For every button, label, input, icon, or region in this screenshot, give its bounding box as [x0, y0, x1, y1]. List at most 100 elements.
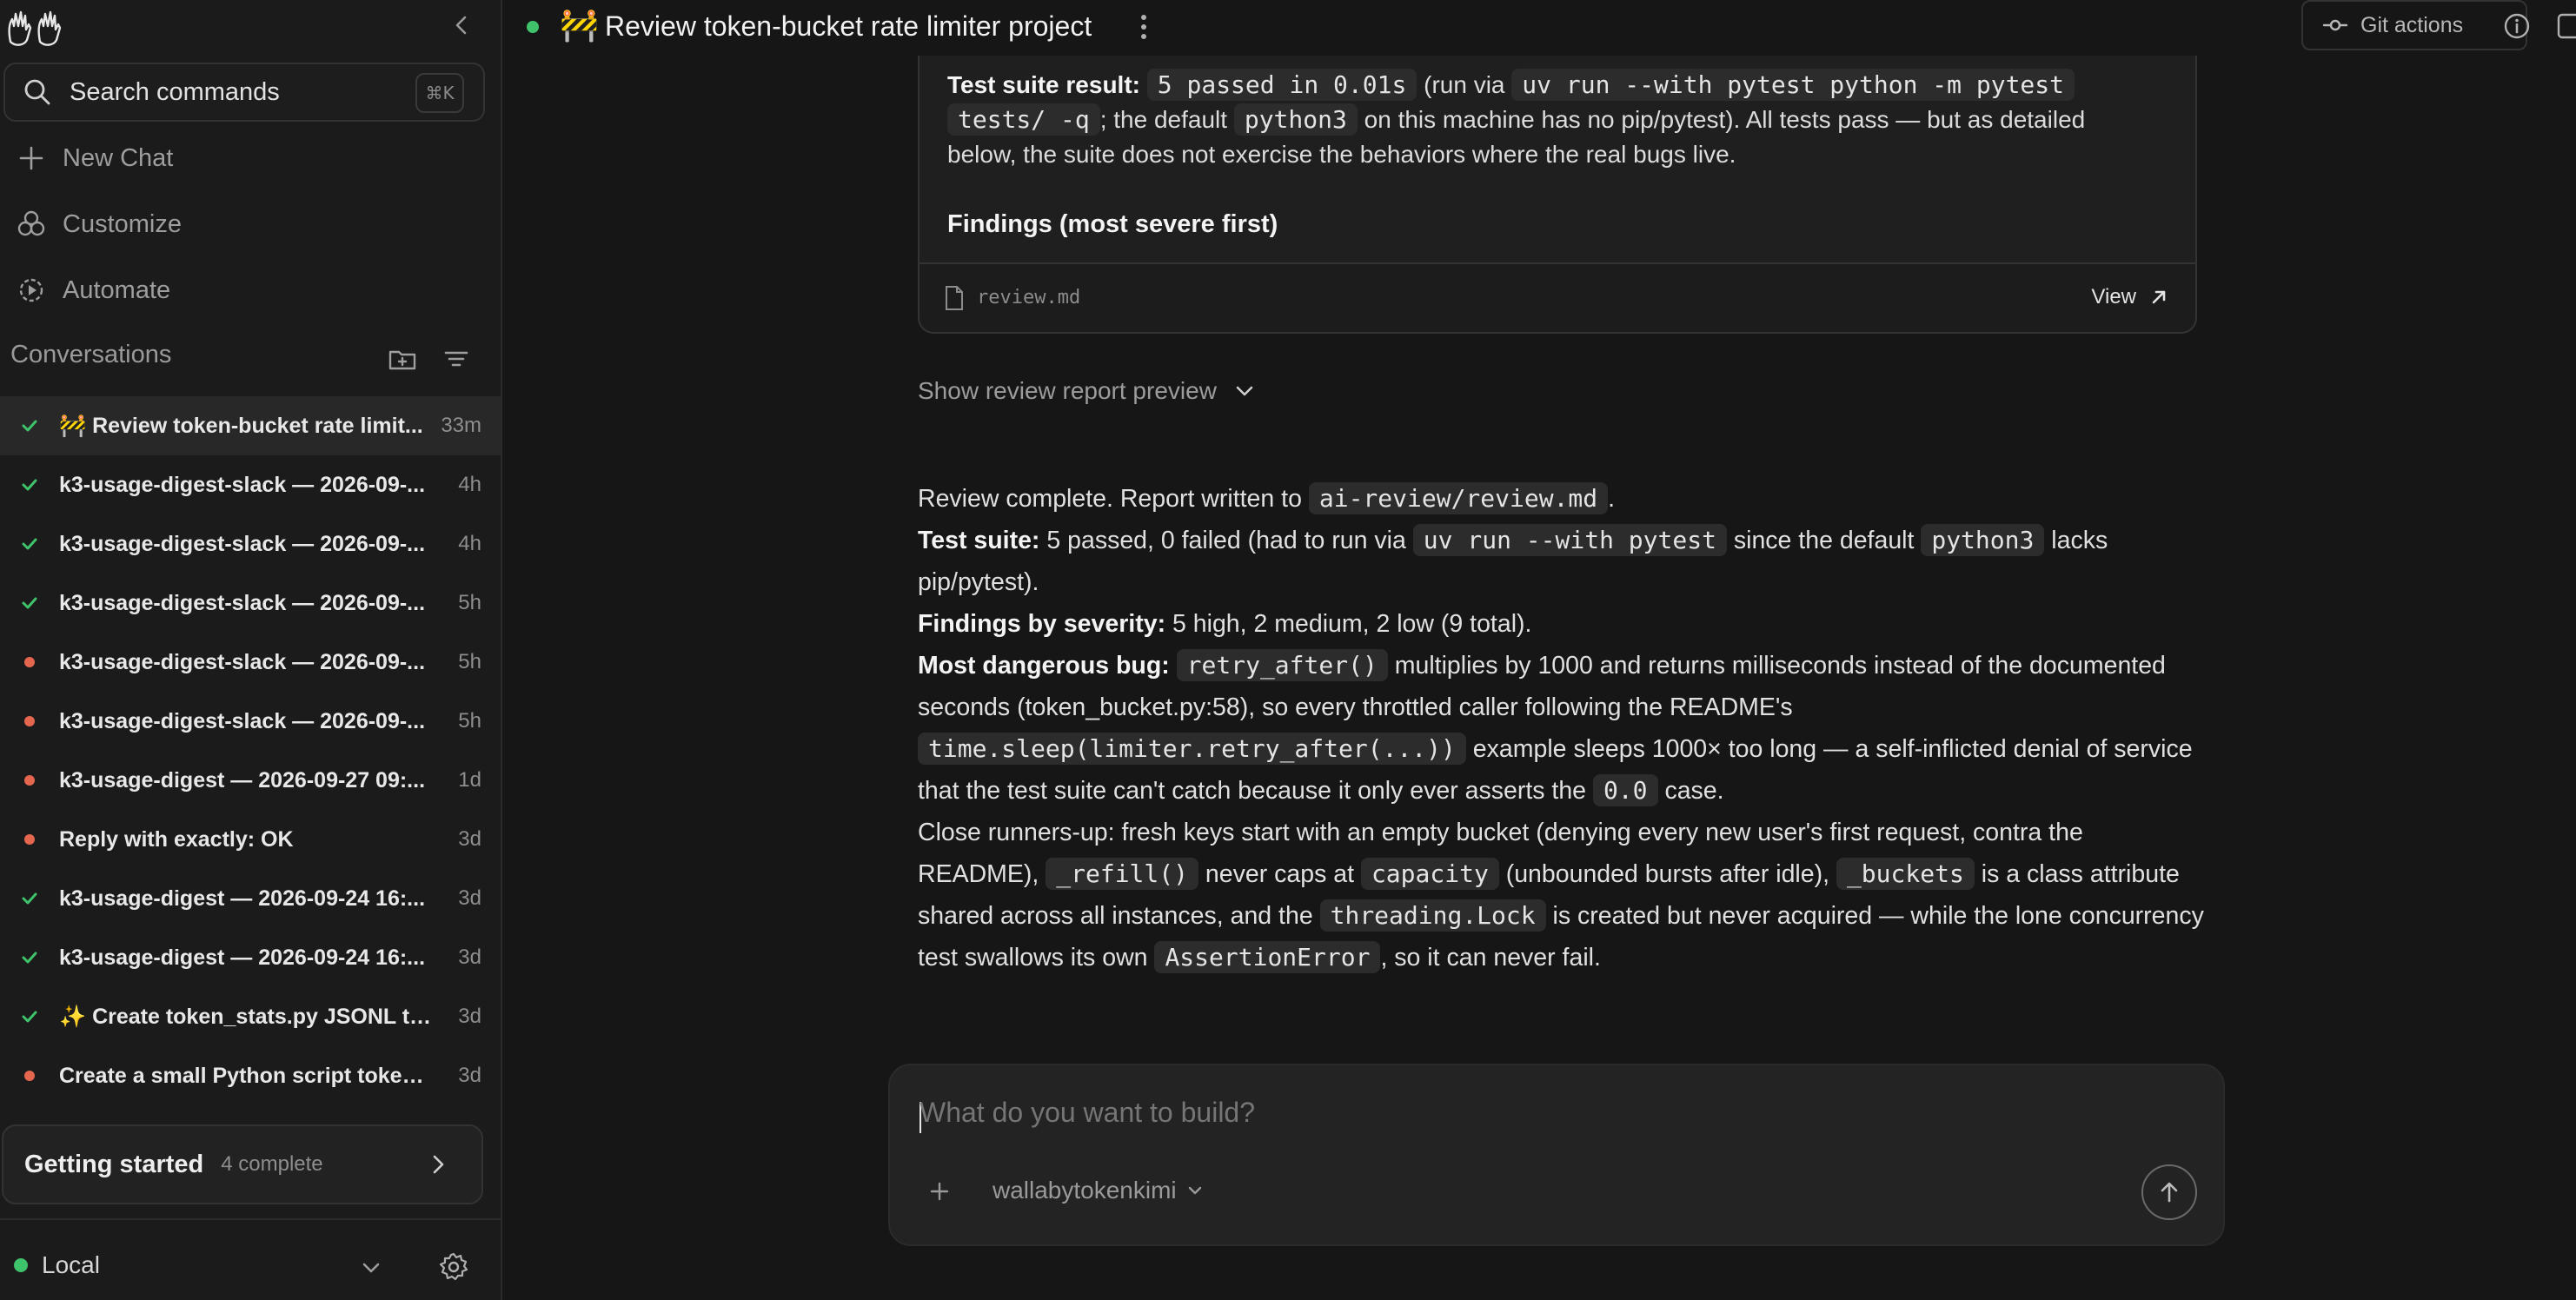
report-text: below, the suite does not exercise the b…: [947, 141, 1736, 168]
sidebar: Search commands ⌘K New Chat Customize Au…: [0, 0, 502, 1300]
message-text: .: [1608, 485, 1616, 513]
conversation-item[interactable]: k3-usage-digest — 2026-09-24 16:... 3d: [0, 869, 501, 928]
report-summary: Test suite result: 5 passed in 0.01s (ru…: [947, 68, 2164, 172]
error-status-dot: [0, 1071, 59, 1081]
plus-icon: [19, 146, 43, 170]
view-report-button[interactable]: View: [2091, 285, 2169, 309]
waving-hands-logo-icon[interactable]: [5, 7, 63, 49]
conversation-title: Create a small Python script token_s...: [59, 1063, 433, 1088]
conversation-item[interactable]: Reply with exactly: OK 3d: [0, 810, 501, 869]
conversation-title: k3-usage-digest-slack — 2026-09-...: [59, 531, 426, 556]
checkmark-icon: [0, 948, 59, 967]
message-text: (unbounded bursts after idle),: [1505, 860, 1830, 888]
conversation-age: 1d: [458, 768, 481, 792]
test-suite-result-label: Test suite result:: [947, 71, 1140, 98]
report-text: (run via: [1424, 71, 1505, 98]
checkmark-icon: [0, 1007, 59, 1026]
info-icon[interactable]: [2503, 12, 2531, 40]
inline-code: _buckets: [1836, 858, 1975, 890]
inline-code: threading.Lock: [1319, 899, 1546, 932]
conversation-item[interactable]: ✨ Create token_stats.py JSONL tok... 3d: [0, 987, 501, 1046]
send-button[interactable]: [2141, 1164, 2197, 1220]
new-chat-label: New Chat: [63, 143, 174, 172]
message-paragraph: Review complete. Report written to ai-re…: [918, 478, 2204, 520]
chevron-down-icon: [1188, 1186, 1201, 1195]
conversation-item[interactable]: k3-usage-digest-slack — 2026-09-... 4h: [0, 514, 501, 574]
collapse-sidebar-icon[interactable]: [448, 12, 475, 38]
message-paragraph: Close runners-up: fresh keys start with …: [918, 812, 2204, 978]
conversation-age: 3d: [458, 1064, 481, 1087]
inline-code: tests/ -q: [947, 103, 1100, 136]
conversations-actions: [388, 344, 471, 374]
checkmark-icon: [0, 416, 59, 435]
search-commands[interactable]: Search commands ⌘K: [3, 63, 485, 122]
conversation-item[interactable]: k3-usage-digest-slack — 2026-09-... 4h: [0, 455, 501, 514]
conversation-item[interactable]: k3-usage-digest — 2026-09-24 16:... 3d: [0, 928, 501, 987]
conversation-title: k3-usage-digest-slack — 2026-09-...: [59, 590, 426, 615]
message-bold: Test suite:: [918, 527, 1040, 554]
model-selector[interactable]: wallabytokenkimi: [993, 1177, 1205, 1204]
conversation-age: 5h: [458, 709, 481, 733]
conversation-title: k3-usage-digest-slack — 2026-09-...: [59, 472, 426, 497]
new-folder-icon[interactable]: [388, 344, 417, 374]
conversation-title: Reply with exactly: OK: [59, 826, 294, 852]
gear-icon[interactable]: [438, 1251, 469, 1283]
automate-button[interactable]: Automate: [16, 271, 170, 309]
automate-label: Automate: [63, 275, 171, 304]
prompt-input[interactable]: [920, 1097, 1962, 1129]
conversation-age: 5h: [458, 591, 481, 614]
conversation-item[interactable]: k3-usage-digest-slack — 2026-09-... 5h: [0, 633, 501, 692]
search-label: Search commands: [70, 77, 280, 106]
inline-code: 5 passed in 0.01s: [1146, 69, 1417, 101]
git-commit-icon: [2322, 19, 2348, 31]
getting-started-card[interactable]: Getting started 4 complete: [2, 1124, 483, 1204]
checkmark-icon: [0, 594, 59, 613]
search-icon: [24, 79, 50, 105]
model-label: wallabytokenkimi: [993, 1177, 1177, 1204]
status-dot: [527, 21, 539, 33]
error-status-dot: [0, 716, 59, 726]
show-report-preview-toggle[interactable]: Show review report preview: [918, 377, 1257, 405]
conversation-title: k3-usage-digest-slack — 2026-09-...: [59, 649, 426, 674]
conversation-emoji: 🚧: [560, 7, 599, 43]
checkmark-icon: [0, 534, 59, 554]
automate-icon: [19, 278, 43, 302]
chevron-right-icon: [433, 1155, 444, 1174]
conversation-age: 4h: [458, 473, 481, 496]
message-bold: Findings by severity:: [918, 610, 1166, 638]
conversation-title: k3-usage-digest — 2026-09-24 16:...: [59, 945, 426, 970]
conversation-age: 5h: [458, 650, 481, 673]
assistant-message: Review complete. Report written to ai-re…: [918, 478, 2204, 978]
conversation-age: 3d: [458, 945, 481, 969]
chevron-down-icon[interactable]: [358, 1255, 384, 1281]
conversation-item[interactable]: k3-usage-digest-slack — 2026-09-... 5h: [0, 692, 501, 751]
error-status-dot: [0, 775, 59, 786]
conversation-item[interactable]: k3-usage-digest-slack — 2026-09-... 5h: [0, 574, 501, 633]
message-text: since the default: [1733, 527, 1915, 554]
chevron-down-icon: [1236, 386, 1253, 396]
conversation-item[interactable]: k3-usage-digest — 2026-09-27 09:... 1d: [0, 751, 501, 810]
getting-started-count: 4 complete: [221, 1152, 323, 1176]
message-text: , so it can never fail.: [1380, 944, 1601, 972]
side-panel-icon[interactable]: [2557, 12, 2576, 40]
more-menu-icon[interactable]: [1133, 12, 1154, 42]
attach-plus-icon[interactable]: [926, 1178, 953, 1204]
conversation-age: 3d: [458, 1005, 481, 1028]
conversation-title: ✨ Create token_stats.py JSONL tok...: [59, 1004, 433, 1029]
filter-icon[interactable]: [442, 344, 471, 374]
git-actions-button[interactable]: Git actions: [2301, 0, 2527, 50]
new-chat-button[interactable]: New Chat: [16, 139, 173, 177]
conversation-age: 3d: [458, 827, 481, 851]
findings-heading: Findings (most severe first): [947, 210, 1278, 238]
inline-code: uv run --with pytest python -m pytest: [1511, 69, 2075, 101]
environment-label: Local: [42, 1251, 100, 1278]
conversation-item[interactable]: 🚧 Review token-bucket rate limit... 33m: [0, 396, 501, 455]
environment-selector[interactable]: Local: [14, 1251, 100, 1279]
report-file-name: review.md: [977, 287, 1081, 308]
conversation-title: 🚧 Review token-bucket rate limit...: [59, 413, 423, 438]
conversation-item[interactable]: Create a small Python script token_s... 3…: [0, 1046, 501, 1105]
message-text: Review complete. Report written to: [918, 485, 1302, 513]
customize-button[interactable]: Customize: [16, 205, 182, 243]
conversation-title: k3-usage-digest — 2026-09-24 16:...: [59, 885, 426, 911]
inline-code: ai-review/review.md: [1308, 482, 1609, 514]
